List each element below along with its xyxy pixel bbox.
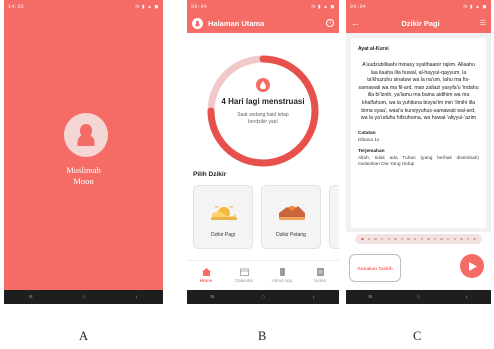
dzikir-transliteration: A'uudzubillaahi minasy syaithaanir rajii… (358, 62, 479, 122)
page-dot[interactable] (367, 237, 371, 241)
splash-title-line1: Muslimah (66, 165, 101, 175)
caption-c: C (413, 329, 422, 343)
system-nav-bar: ≡ ○ ‹ (346, 290, 491, 304)
list-icon[interactable]: ☰ (476, 19, 486, 27)
page-dot[interactable] (427, 237, 430, 241)
phone-b-home-screen: 09:04 ✉ ▮ ▲ ◼ Halaman Utama i 4 Hari lag… (187, 0, 339, 304)
page-dot[interactable] (361, 237, 364, 241)
catatan-label: Catatan (358, 130, 376, 136)
nav-calendar[interactable]: Calendar (230, 268, 258, 283)
splash-title-line2: Moon (73, 176, 94, 186)
card-label: Dzikir Pagi (211, 232, 235, 238)
sunset-icon (279, 206, 305, 220)
phone-icon (279, 268, 285, 276)
nav-label: Home (199, 278, 213, 283)
page-indicator[interactable] (355, 234, 482, 244)
page-dot[interactable] (394, 237, 397, 241)
play-icon (469, 261, 477, 271)
page-dot[interactable] (440, 237, 443, 241)
system-nav-bar: ≡ ○ ‹ (4, 290, 163, 304)
status-time: 09:04 (191, 3, 208, 10)
cycle-countdown-text: 4 Hari lagi menstruasi (221, 97, 305, 106)
play-button[interactable] (460, 254, 484, 278)
page-dot[interactable] (433, 237, 437, 241)
page-dot[interactable] (374, 237, 377, 241)
calendar-icon (239, 268, 249, 276)
recent-apps-icon[interactable]: ≡ (363, 294, 377, 301)
page-dot[interactable] (447, 237, 450, 241)
dzikir-card: Ayat al-Kursi A'uudzubillaahi minasy sya… (351, 38, 486, 228)
recent-apps-icon[interactable]: ≡ (205, 294, 219, 301)
nav-label: Calendar (234, 278, 254, 283)
back-arrow-icon[interactable]: ← (351, 18, 365, 28)
woman-silhouette-icon (64, 113, 108, 157)
nav-label: Notes (314, 278, 326, 283)
caption-a: A (79, 329, 89, 343)
page-dot[interactable] (420, 237, 423, 241)
system-nav-bar: ≡ ○ ‹ (187, 290, 339, 304)
nav-about-app[interactable]: About App (268, 268, 296, 283)
cycle-status-card: 4 Hari lagi menstruasi Saat sedang haid … (203, 51, 323, 171)
catatan-value: Dibaca 1x (358, 137, 380, 143)
ayat-title: Ayat al-Kursi (358, 46, 389, 52)
cycle-progress-ring (207, 55, 319, 167)
dzikir-petang-card[interactable]: Dzikir Petang (261, 185, 321, 249)
page-dot[interactable] (400, 237, 404, 241)
page-dot[interactable] (453, 237, 457, 241)
section-title: Pilih Dzikir (193, 171, 227, 178)
home-icon (201, 268, 211, 276)
home-circle-icon[interactable]: ○ (411, 294, 425, 301)
nav-notes[interactable]: Notes (306, 268, 334, 283)
back-icon[interactable]: ‹ (460, 294, 474, 301)
status-time: 14:05 (8, 3, 25, 10)
recent-apps-icon[interactable]: ≡ (24, 294, 38, 301)
card-label: Dzikir Petang (276, 232, 306, 238)
page-dot[interactable] (466, 237, 470, 241)
phone-a-splash-screen: 14:05 ✉ ▮ ▲ ◼ Muslimah Moon ≡ ○ ‹ (4, 0, 163, 304)
bottom-action-bar: Gunakan Tasbih (346, 248, 491, 290)
cycle-reminder-text: Saat sedang haid tetap berdzikir yaa! (237, 112, 289, 125)
status-bar: 09:04 ✉ ▮ ▲ ◼ (346, 0, 491, 13)
status-icons: ✉ ▮ ▲ ◼ (135, 3, 159, 10)
page-dot[interactable] (460, 237, 463, 241)
notes-icon (316, 268, 324, 276)
dzikir-pagi-card[interactable]: Dzikir Pagi (193, 185, 253, 249)
home-circle-icon[interactable]: ○ (77, 294, 91, 301)
page-dot[interactable] (380, 237, 384, 241)
bottom-navigation: Home Calendar About App Notes (187, 260, 339, 290)
app-bar: ← Dzikir Pagi ☰ (346, 13, 491, 33)
info-icon[interactable]: i (326, 19, 334, 27)
drop-icon (256, 78, 270, 92)
status-time: 09:04 (350, 3, 367, 10)
phone-c-dzikir-screen: 09:04 ✉ ▮ ▲ ◼ ← Dzikir Pagi ☰ Ayat al-Ku… (346, 0, 491, 304)
terjemahan-label: Terjemahan (358, 148, 385, 154)
caption-b: B (258, 329, 267, 343)
status-bar: 14:05 ✉ ▮ ▲ ◼ (4, 0, 163, 13)
sunrise-icon (211, 206, 237, 220)
status-icons: ✉ ▮ ▲ ◼ (463, 3, 487, 10)
terjemahan-value: Allah, tidak ada Tuhan (yang berhak dise… (358, 155, 479, 168)
back-icon[interactable]: ‹ (130, 294, 144, 301)
page-dot[interactable] (413, 237, 417, 241)
page-title: Dzikir Pagi (401, 18, 440, 28)
status-bar: 09:04 ✉ ▮ ▲ ◼ (187, 0, 339, 13)
status-icons: ✉ ▮ ▲ ◼ (311, 3, 335, 10)
page-title: Halaman Utama (208, 18, 265, 28)
app-logo-icon (192, 17, 203, 29)
page-dot[interactable] (407, 237, 410, 241)
nav-home[interactable]: Home (192, 268, 220, 283)
dzikir-content-area[interactable]: Ayat al-Kursi A'uudzubillaahi minasy sya… (346, 33, 491, 232)
nav-label: About App (271, 278, 293, 283)
home-circle-icon[interactable]: ○ (256, 294, 270, 301)
splash-app-name: Muslimah Moon (4, 165, 163, 187)
page-dot[interactable] (387, 237, 390, 241)
app-bar: Halaman Utama i (187, 13, 339, 33)
tasbih-button[interactable]: Gunakan Tasbih (349, 254, 401, 282)
back-icon[interactable]: ‹ (307, 294, 321, 301)
dzikir-card-partial[interactable] (329, 185, 339, 249)
page-dot[interactable] (473, 237, 476, 241)
